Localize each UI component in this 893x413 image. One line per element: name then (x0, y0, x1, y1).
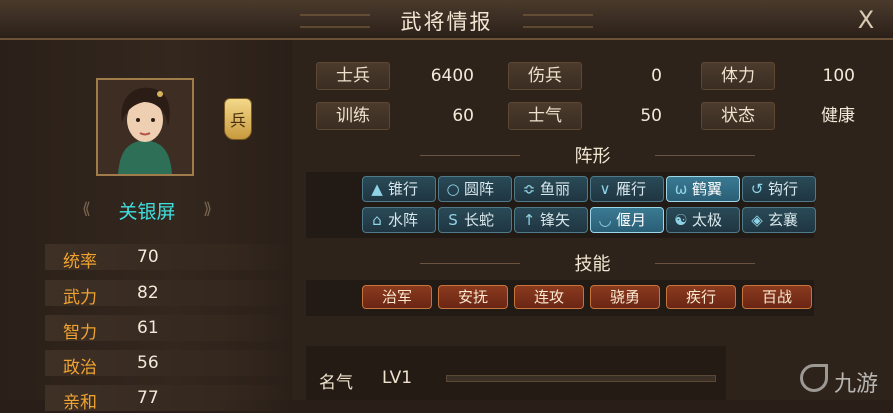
fame-row: 名气 LV1 (306, 346, 726, 400)
skill-button-liangong[interactable]: 连攻 (514, 285, 584, 309)
field-value: 100 (822, 66, 855, 86)
field-value: 60 (452, 106, 474, 126)
formation-label: 鹤翼 (692, 180, 723, 198)
crescent-icon: ◡ (598, 211, 612, 229)
formation-button-heyi[interactable]: ѡ 鹤翼 (666, 176, 740, 202)
taiji-icon: ☯ (674, 211, 688, 229)
formation-label: 偃月 (616, 211, 647, 229)
formation-button-yanyue[interactable]: ◡ 偃月 (590, 207, 664, 233)
stat-label: 统率 (63, 252, 97, 272)
field-training: 训练 60 (316, 102, 474, 130)
general-name: 关银屏 (118, 201, 176, 223)
stat-value: 56 (137, 353, 159, 373)
formation-button-yuli[interactable]: ≎ 鱼丽 (514, 176, 588, 202)
general-name-row: ⟪ 关银屏 ⟫ (82, 195, 212, 225)
formation-button-yuanzhen[interactable]: ○ 圆阵 (438, 176, 512, 202)
skill-button-zhijun[interactable]: 治军 (362, 285, 432, 309)
title-bar: 武将情报 X (0, 0, 893, 40)
formation-button-zhuixing[interactable]: ▲ 锥行 (362, 176, 436, 202)
skills-title: 技能 (574, 254, 611, 275)
formation-label: 锥行 (388, 180, 419, 198)
logo-icon (800, 364, 828, 392)
stat-label: 武力 (63, 288, 97, 308)
circle-icon: ○ (446, 180, 460, 198)
stat-value: 82 (137, 283, 159, 303)
portrait-image (98, 80, 192, 174)
house-icon: ⌂ (372, 211, 382, 229)
stat-row-force: 武力 82 (45, 280, 290, 308)
snake-icon: S (448, 211, 458, 229)
arrow-icon: ↑ (522, 211, 536, 229)
stat-value: 61 (137, 318, 159, 338)
field-label: 体力 (701, 62, 775, 90)
formation-label: 锋矢 (540, 211, 571, 229)
skill-button-baizhan[interactable]: 百战 (742, 285, 812, 309)
field-stamina: 体力 100 (701, 62, 855, 90)
fame-progress-bar (446, 375, 716, 382)
formation-button-taiji[interactable]: ☯ 太极 (666, 207, 740, 233)
window-title: 武将情报 (400, 10, 493, 34)
formation-button-changshe[interactable]: S 长蛇 (438, 207, 512, 233)
v-shape-icon: ∨ (599, 180, 611, 198)
watermark: 九游 (800, 360, 892, 400)
formation-button-xuanxiang[interactable]: ◈ 玄襄 (742, 207, 816, 233)
field-label: 士兵 (316, 62, 390, 90)
formation-title: 阵形 (574, 146, 611, 167)
formation-label: 水阵 (388, 211, 419, 229)
watermark-text: 九游 (834, 372, 879, 397)
field-soldiers: 士兵 6400 (316, 62, 474, 90)
stat-row-leadership: 统率 70 (45, 244, 290, 272)
formation-label: 鱼丽 (540, 180, 571, 198)
hook-icon: ↺ (750, 180, 764, 198)
field-label: 士气 (508, 102, 582, 130)
stat-row-affinity: 亲和 77 (45, 385, 290, 413)
field-value: 50 (640, 106, 662, 126)
skill-button-anfu[interactable]: 安抚 (438, 285, 508, 309)
formation-button-shuizhen[interactable]: ⌂ 水阵 (362, 207, 436, 233)
field-label: 状态 (701, 102, 775, 130)
field-value: 6400 (430, 66, 474, 86)
fame-label: 名气 (319, 373, 353, 393)
field-wounded: 伤兵 0 (508, 62, 662, 90)
stat-value: 70 (137, 247, 159, 267)
skill-button-xiaoyong[interactable]: 骁勇 (590, 285, 660, 309)
stat-label: 政治 (63, 358, 97, 378)
formation-label: 钩行 (768, 180, 799, 198)
stat-value: 77 (137, 388, 159, 408)
formation-button-yanxing[interactable]: ∨ 雁行 (590, 176, 664, 202)
field-morale: 士气 50 (508, 102, 662, 130)
formation-button-fengshi[interactable]: ↑ 锋矢 (514, 207, 588, 233)
formation-label: 雁行 (616, 180, 647, 198)
field-value: 健康 (821, 106, 855, 126)
field-status: 状态 健康 (701, 102, 855, 130)
skill-button-jixing[interactable]: 疾行 (666, 285, 736, 309)
formation-label: 太极 (692, 211, 723, 229)
fish-scale-icon: ≎ (522, 180, 536, 198)
fame-level: LV1 (382, 368, 413, 388)
formation-label: 玄襄 (768, 211, 799, 229)
formation-label: 长蛇 (464, 211, 495, 229)
field-value: 0 (651, 66, 662, 86)
general-portrait (96, 78, 194, 176)
diamond-icon: ◈ (751, 211, 763, 229)
stat-row-intelligence: 智力 61 (45, 315, 290, 343)
field-label: 训练 (316, 102, 390, 130)
formation-label: 圆阵 (464, 180, 495, 198)
name-ornament-right: ⟫ (203, 199, 212, 218)
wings-icon: ѡ (674, 180, 688, 198)
stat-label: 智力 (63, 323, 97, 343)
troop-type-badge: 兵 (224, 98, 252, 140)
formation-button-gouxing[interactable]: ↺ 钩行 (742, 176, 816, 202)
close-button[interactable]: X (853, 7, 879, 33)
field-label: 伤兵 (508, 62, 582, 90)
stat-label: 亲和 (63, 393, 97, 413)
arrow-up-icon: ▲ (371, 180, 383, 198)
stat-row-politics: 政治 56 (45, 350, 290, 378)
